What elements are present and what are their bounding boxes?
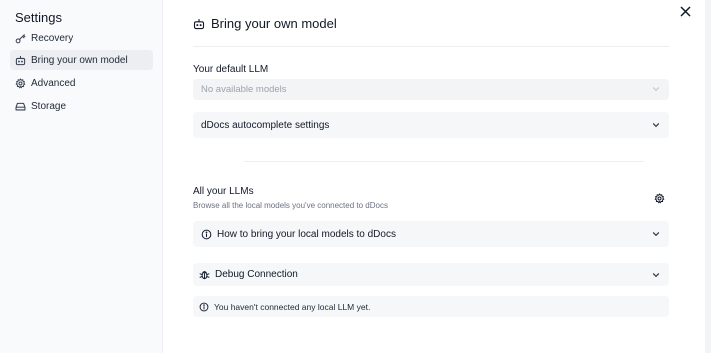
default-llm-select-value: No available models [201,84,287,95]
gear-icon [15,77,26,89]
close-icon [680,6,690,16]
info-icon [199,302,209,312]
chevron-down-icon [651,270,661,280]
sidebar-item-label: Advanced [31,77,76,89]
section-divider [244,161,644,162]
sidebar-item-advanced[interactable]: Advanced [10,73,153,93]
howto-accordion[interactable]: How to bring your local models to dDocs [193,221,669,247]
sidebar-title: Settings [15,10,62,25]
default-llm-select[interactable]: No available models [193,79,669,100]
bug-icon [199,269,210,280]
page-title: Bring your own model [211,16,337,31]
close-button[interactable] [677,3,693,19]
sidebar-item-label: Storage [31,100,67,112]
chevron-down-icon [651,84,661,94]
sidebar-item-bring-your-own-model[interactable]: Bring your own model [10,50,153,70]
window-edge [705,0,711,353]
autocomplete-settings-label: dDocs autocomplete settings [201,119,330,131]
drive-icon [15,101,26,112]
robot-icon [15,55,26,66]
sidebar-item-label: Recovery [31,32,74,44]
howto-label: How to bring your local models to dDocs [217,228,396,240]
llm-settings-button[interactable] [652,191,666,205]
robot-icon [193,17,205,30]
default-llm-label: Your default LLM [193,64,269,75]
settings-sidebar: Settings Recovery Bring your own model A… [0,0,162,353]
sidebar-item-label: Bring your own model [31,54,128,66]
header-divider [193,46,669,47]
info-icon [201,229,212,240]
sidebar-item-recovery[interactable]: Recovery [10,28,153,48]
no-llm-notice: You haven't connected any local LLM yet. [193,296,669,317]
chevron-down-icon [651,229,661,239]
debug-connection-label: Debug Connection [215,269,298,280]
autocomplete-settings-accordion[interactable]: dDocs autocomplete settings [193,112,669,138]
all-llms-subtitle: Browse all the local models you've conne… [193,201,388,210]
no-llm-notice-text: You haven't connected any local LLM yet. [214,301,371,312]
gear-icon [653,192,665,203]
all-llms-title: All your LLMs [193,186,254,197]
key-icon [15,33,26,44]
chevron-down-icon [651,120,661,130]
sidebar-divider [162,0,163,353]
debug-connection-accordion[interactable]: Debug Connection [193,263,669,286]
sidebar-item-storage[interactable]: Storage [10,96,153,116]
